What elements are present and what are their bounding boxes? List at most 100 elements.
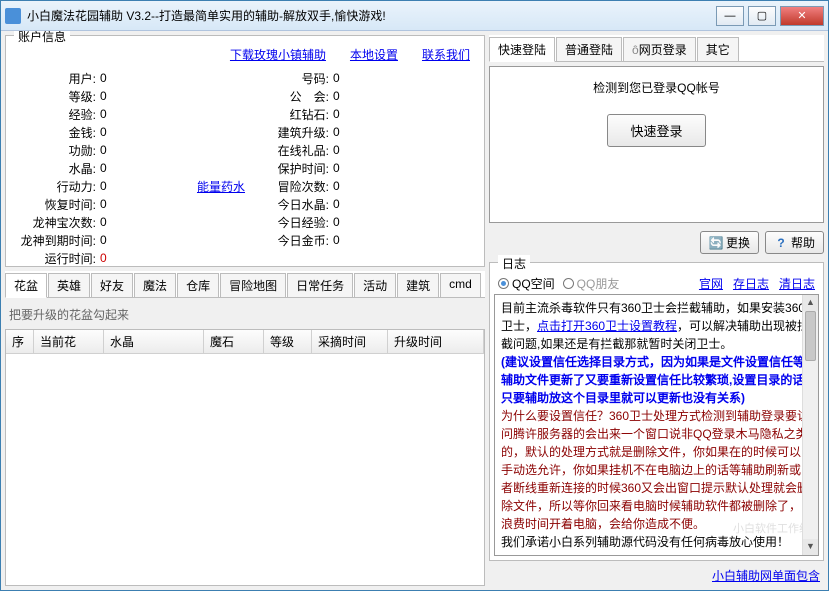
tab-web-login-label: 网页登录	[639, 43, 687, 57]
maximize-button[interactable]: ▢	[748, 6, 776, 26]
stat-label: 红钻石:	[245, 106, 333, 123]
tab-friends[interactable]: 好友	[91, 273, 133, 297]
col-level[interactable]: 等级	[264, 330, 312, 353]
app-icon	[5, 8, 21, 24]
save-log-link[interactable]: 存日志	[733, 275, 769, 292]
footer-link[interactable]: 小白辅助网单面包含	[489, 565, 824, 586]
radio-dot-icon	[563, 278, 574, 289]
right-panel: 快速登陆 普通登陆 ô网页登录 其它 检测到您已登录QQ帐号 快速登录 🔄更换 …	[489, 35, 824, 586]
account-group: 账户信息 下载玫瑰小镇辅助 本地设置 联系我们 用户:0 等级:0 经验:0 金…	[5, 35, 485, 267]
scroll-down-icon[interactable]: ▼	[803, 539, 818, 555]
main-tabstrip: 花盆 英雄 好友 魔法 仓库 冒险地图 日常任务 活动 建筑 cmd	[5, 271, 485, 298]
flowerpot-table[interactable]: 序 当前花 水晶 魔石 等级 采摘时间 升级时间	[5, 329, 485, 586]
tab-daily[interactable]: 日常任务	[287, 273, 353, 297]
stat-label: 公 会:	[245, 88, 333, 105]
stat-value: 0	[100, 107, 245, 121]
stat-value: 0	[100, 251, 245, 265]
col-crystal[interactable]: 水晶	[104, 330, 204, 353]
tab-web-login[interactable]: ô网页登录	[623, 37, 696, 61]
stat-label: 号码:	[245, 70, 333, 87]
col-upgrade-time[interactable]: 升级时间	[388, 330, 484, 353]
log-promise: 我们承诺小白系列辅助源代码没有任何病毒放心使用！	[501, 535, 789, 549]
log-advice: (建议设置信任选择目录方式，因为如果是文件设置信任等辅助文件更新了又要重新设置信…	[501, 355, 805, 405]
stat-value: 0	[333, 107, 478, 121]
stat-value: 0	[333, 197, 478, 211]
stat-label: 建筑升级:	[245, 124, 333, 141]
stat-value: 0	[100, 233, 245, 247]
stat-value: 0	[333, 89, 478, 103]
log-tutorial-link[interactable]: 点击打开360卫士设置教程	[537, 319, 677, 333]
scroll-thumb[interactable]	[805, 311, 816, 361]
account-stats: 用户:0 等级:0 经验:0 金钱:0 功勋:0 水晶:0 行动力:0能量药水 …	[12, 69, 478, 267]
official-link[interactable]: 官网	[699, 275, 723, 292]
help-button[interactable]: ?帮助	[765, 231, 824, 254]
stat-label: 今日经验:	[245, 214, 333, 231]
stat-label: 龙神到期时间:	[12, 232, 100, 249]
radio-dot-icon	[498, 278, 509, 289]
log-textbox[interactable]: 目前主流杀毒软件只有360卫士会拦截辅助，如果安装360卫士，点击打开360卫士…	[494, 294, 819, 556]
stat-label: 今日水晶:	[245, 196, 333, 213]
log-scrollbar[interactable]: ▲ ▼	[802, 295, 818, 555]
refresh-label: 更换	[726, 234, 750, 251]
quick-login-button[interactable]: 快速登录	[607, 114, 705, 147]
table-instruction: 把要升级的花盆勾起来	[5, 302, 485, 325]
stat-label: 经验:	[12, 106, 100, 123]
tab-activity[interactable]: 活动	[354, 273, 396, 297]
clear-log-link[interactable]: 清日志	[779, 275, 815, 292]
tab-flowerpot[interactable]: 花盆	[5, 273, 47, 298]
stat-label: 运行时间:	[12, 250, 100, 267]
account-group-title: 账户信息	[14, 31, 70, 45]
energy-link[interactable]: 能量药水	[197, 178, 245, 195]
login-box: 检测到您已登录QQ帐号 快速登录	[489, 66, 824, 223]
tab-cmd[interactable]: cmd	[440, 273, 481, 297]
help-label: 帮助	[791, 234, 815, 251]
stat-label: 行动力:	[12, 178, 100, 195]
tab-building[interactable]: 建筑	[397, 273, 439, 297]
refresh-button[interactable]: 🔄更换	[700, 231, 759, 254]
tab-hero[interactable]: 英雄	[48, 273, 90, 297]
window-title: 小白魔法花园辅助 V3.2--打造最简单实用的辅助-解放双手,愉快游戏!	[27, 7, 712, 24]
stat-value: 0	[333, 71, 478, 85]
stat-label: 冒险次数:	[245, 178, 333, 195]
stat-value: 0	[333, 125, 478, 139]
tab-normal-login[interactable]: 普通登陆	[556, 37, 622, 61]
stat-label: 等级:	[12, 88, 100, 105]
log-links: 官网 存日志 清日志	[699, 275, 815, 292]
login-message: 检测到您已登录QQ帐号	[593, 67, 720, 114]
stat-value: 0	[333, 179, 478, 193]
stat-value: 0	[333, 215, 478, 229]
right-toolbar: 🔄更换 ?帮助	[489, 227, 824, 258]
login-tabstrip: 快速登陆 普通登陆 ô网页登录 其它	[489, 35, 824, 62]
col-magic-stone[interactable]: 魔石	[204, 330, 264, 353]
account-links: 下载玫瑰小镇辅助 本地设置 联系我们	[12, 44, 478, 69]
tab-other[interactable]: 其它	[697, 37, 739, 61]
scroll-up-icon[interactable]: ▲	[803, 295, 818, 311]
col-current-flower[interactable]: 当前花	[34, 330, 104, 353]
tab-quick-login[interactable]: 快速登陆	[489, 37, 555, 62]
tab-magic[interactable]: 魔法	[134, 273, 176, 297]
minimize-button[interactable]: —	[716, 6, 744, 26]
stat-label: 用户:	[12, 70, 100, 87]
radio-qzone[interactable]: QQ空间	[498, 275, 555, 292]
stat-value: 0	[333, 161, 478, 175]
content-area: 账户信息 下载玫瑰小镇辅助 本地设置 联系我们 用户:0 等级:0 经验:0 金…	[1, 31, 828, 590]
stat-label: 今日金币:	[245, 232, 333, 249]
contact-link[interactable]: 联系我们	[422, 46, 470, 63]
log-header: QQ空间 QQ朋友 官网 存日志 清日志	[494, 273, 819, 294]
stat-label: 在线礼品:	[245, 142, 333, 159]
app-window: 小白魔法花园辅助 V3.2--打造最简单实用的辅助-解放双手,愉快游戏! — ▢…	[0, 0, 829, 591]
col-pick-time[interactable]: 采摘时间	[312, 330, 388, 353]
local-settings-link[interactable]: 本地设置	[350, 46, 398, 63]
stat-label: 水晶:	[12, 160, 100, 177]
stat-value: 0	[100, 71, 245, 85]
help-icon: ?	[774, 236, 788, 250]
stat-value: 0	[100, 215, 245, 229]
close-button[interactable]: ✕	[780, 6, 824, 26]
download-link[interactable]: 下载玫瑰小镇辅助	[230, 46, 326, 63]
stat-value: 0	[333, 143, 478, 157]
stat-value: 0	[100, 179, 157, 193]
col-index[interactable]: 序	[6, 330, 34, 353]
radio-qqfriend[interactable]: QQ朋友	[563, 275, 620, 292]
tab-adventure[interactable]: 冒险地图	[220, 273, 286, 297]
tab-warehouse[interactable]: 仓库	[177, 273, 219, 297]
